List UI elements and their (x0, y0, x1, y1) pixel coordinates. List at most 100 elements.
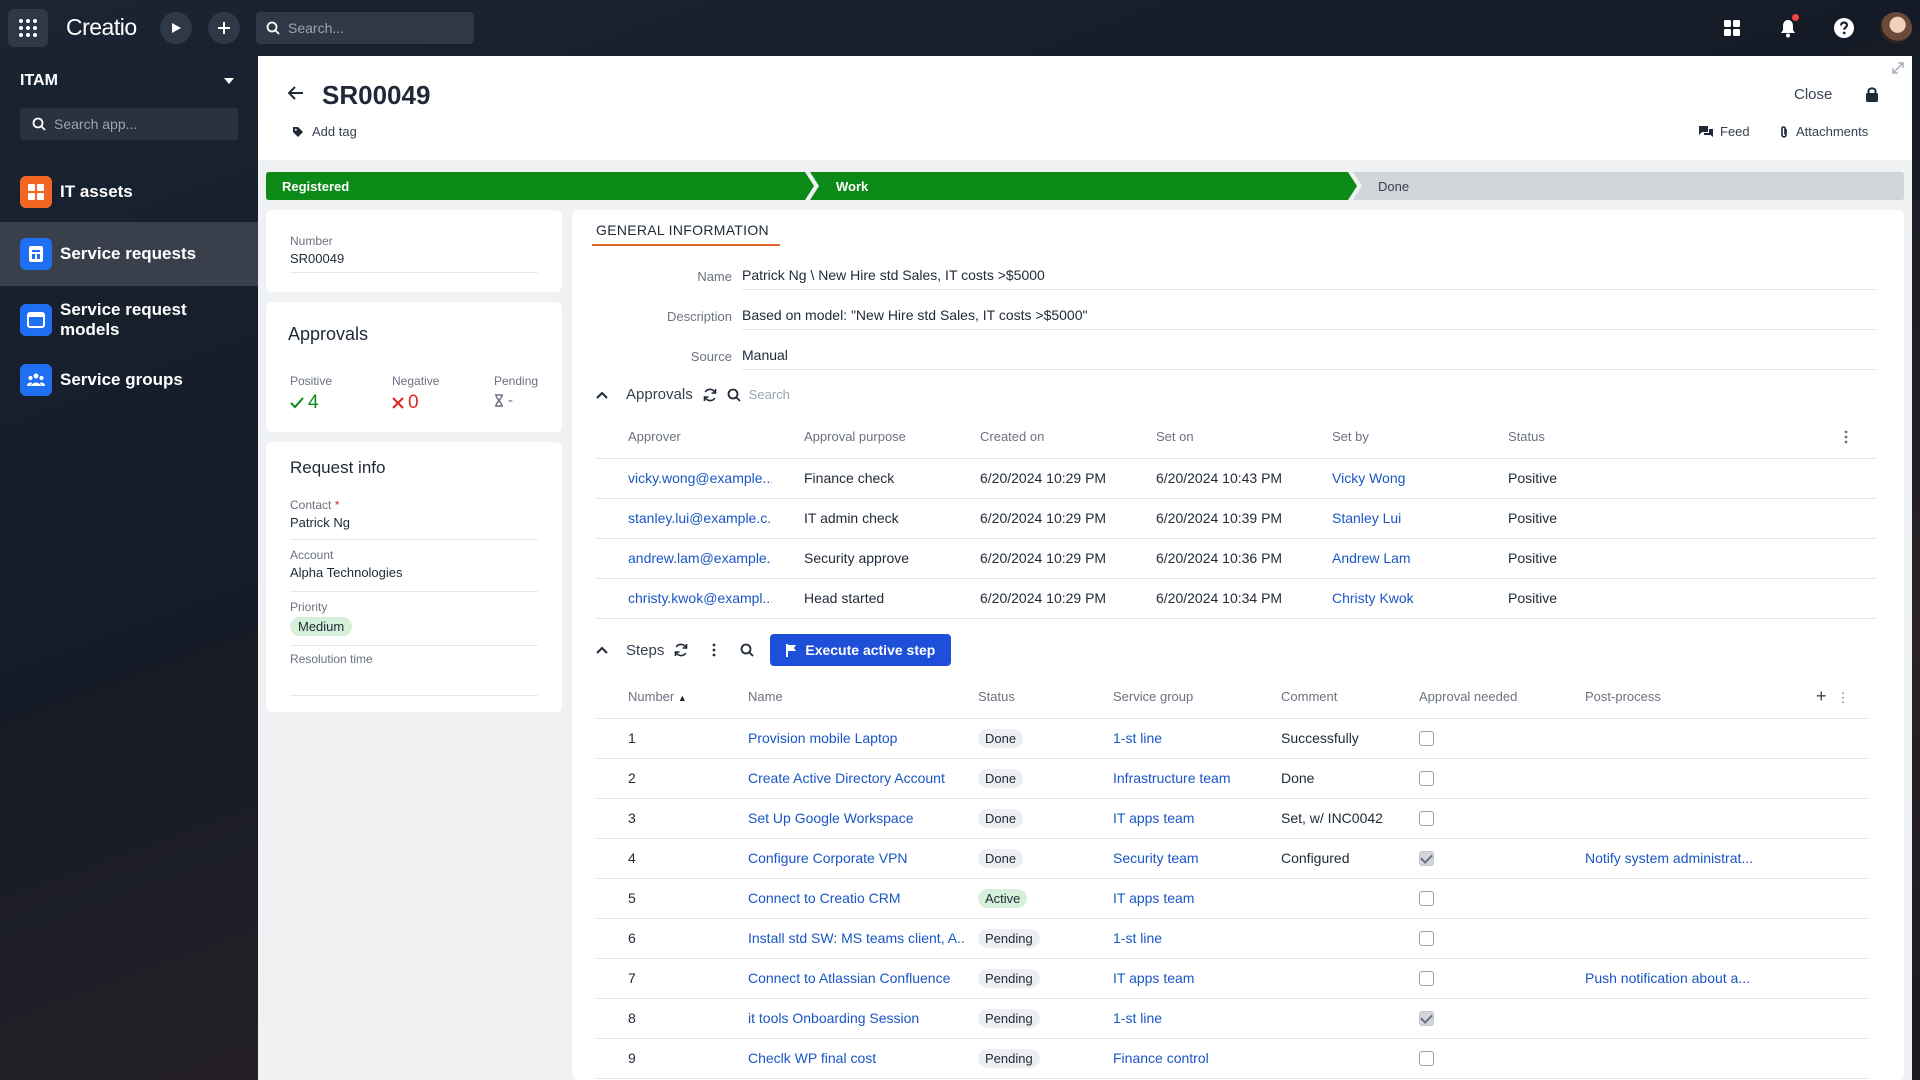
set-by-link[interactable]: Andrew Lam (1332, 550, 1411, 566)
column-header[interactable]: Service group (1101, 676, 1269, 719)
service-group-link[interactable]: Security team (1113, 850, 1199, 866)
table-row[interactable]: stanley.lui@example.c... IT admin check … (596, 498, 1876, 539)
more-options-icon[interactable]: ⋮ (1837, 690, 1850, 705)
approval-needed-checkbox[interactable] (1419, 931, 1434, 947)
lock-icon[interactable] (1865, 86, 1879, 102)
approval-needed-checkbox[interactable] (1419, 891, 1434, 907)
approver-link[interactable]: vicky.wong@example.... (628, 470, 772, 486)
contact-link[interactable]: Patrick Ng (290, 515, 538, 530)
more-options-icon[interactable] (1836, 416, 1876, 459)
set-by-link[interactable]: Vicky Wong (1332, 470, 1405, 486)
column-header[interactable]: Name (716, 676, 966, 719)
set-by-link[interactable]: Stanley Lui (1332, 510, 1401, 526)
chevron-up-icon[interactable] (596, 391, 608, 399)
service-group-link[interactable]: Infrastructure team (1113, 770, 1231, 786)
refresh-icon[interactable] (674, 643, 688, 657)
approver-link[interactable]: andrew.lam@example.... (628, 550, 772, 566)
approval-needed-checkbox[interactable] (1419, 1011, 1434, 1027)
service-group-link[interactable]: 1-st line (1113, 1010, 1162, 1026)
caret-down-icon[interactable] (224, 78, 234, 84)
account-field[interactable]: Account Alpha Technologies (290, 548, 538, 592)
step-name-link[interactable]: Connect to Creatio CRM (748, 890, 901, 906)
expand-icon[interactable] (1892, 62, 1904, 74)
add-tag-button[interactable]: Add tag (292, 124, 357, 139)
source-field[interactable]: Source Manual (596, 342, 1876, 370)
sidebar-item-service-groups[interactable]: Service groups (0, 358, 258, 402)
attachments-button[interactable]: Attachments (1778, 124, 1868, 139)
table-row[interactable]: christy.kwok@exampl... Head started 6/20… (596, 578, 1876, 619)
approvals-search-input[interactable]: Search (727, 387, 790, 402)
table-row[interactable]: 1 Provision mobile Laptop Done 1-st line… (596, 718, 1868, 759)
execute-active-step-button[interactable]: Execute active step (770, 634, 952, 666)
name-field[interactable]: Name Patrick Ng \ New Hire std Sales, IT… (596, 262, 1876, 290)
column-header-number[interactable]: Number ▲ (596, 676, 716, 719)
table-row[interactable]: 2 Create Active Directory Account Done I… (596, 758, 1868, 799)
refresh-icon[interactable] (703, 388, 717, 402)
column-header[interactable]: Set by (1300, 416, 1476, 459)
apps-grid-button[interactable] (8, 9, 48, 47)
post-process-link[interactable]: Push notification about a... (1585, 970, 1750, 986)
column-header[interactable]: Comment (1269, 676, 1407, 719)
sidebar-item-service-request-models[interactable]: Service request models (0, 292, 258, 348)
column-header[interactable]: Approval needed (1407, 676, 1573, 719)
approval-needed-checkbox[interactable] (1419, 971, 1434, 987)
table-row[interactable]: 4 Configure Corporate VPN Done Security … (596, 838, 1868, 879)
column-header[interactable]: Status (966, 676, 1101, 719)
service-group-link[interactable]: IT apps team (1113, 890, 1194, 906)
creatio-logo[interactable]: Creatio (66, 14, 137, 41)
table-row[interactable]: 3 Set Up Google Workspace Done IT apps t… (596, 798, 1868, 839)
sidebar-item-service-requests[interactable]: Service requests (0, 222, 258, 286)
column-header[interactable]: Approval purpose (772, 416, 948, 459)
table-row[interactable]: 5 Connect to Creatio CRM Active IT apps … (596, 878, 1868, 919)
column-header[interactable]: Approver (596, 416, 772, 459)
stage-done[interactable] (1353, 172, 1904, 200)
service-group-link[interactable]: 1-st line (1113, 730, 1162, 746)
approval-needed-checkbox[interactable] (1419, 1051, 1434, 1067)
service-group-link[interactable]: Finance control (1113, 1050, 1209, 1066)
table-row[interactable]: 8 it tools Onboarding Session Pending 1-… (596, 998, 1868, 1039)
table-row[interactable]: 9 Checlk WP final cost Pending Finance c… (596, 1038, 1868, 1079)
column-header[interactable]: Set on (1124, 416, 1300, 459)
table-row[interactable]: 6 Install std SW: MS teams client, A... … (596, 918, 1868, 959)
service-group-link[interactable]: IT apps team (1113, 970, 1194, 986)
table-row[interactable]: 7 Connect to Atlassian Confluence Pendin… (596, 958, 1868, 999)
priority-field[interactable]: Priority Medium (290, 600, 538, 646)
approval-needed-checkbox[interactable] (1419, 771, 1434, 787)
approval-needed-checkbox[interactable] (1419, 811, 1434, 827)
notifications-button[interactable] (1774, 14, 1802, 42)
feed-button[interactable]: Feed (1698, 124, 1750, 139)
workspace-title[interactable]: ITAM (20, 72, 58, 90)
steps-section-title[interactable]: Steps (626, 642, 664, 659)
app-search-input[interactable]: Search app... (20, 108, 238, 140)
step-name-link[interactable]: Configure Corporate VPN (748, 850, 908, 866)
chevron-up-icon[interactable] (596, 646, 608, 654)
step-name-link[interactable]: Connect to Atlassian Confluence (748, 970, 950, 986)
avatar[interactable] (1880, 12, 1912, 44)
service-group-link[interactable]: 1-st line (1113, 930, 1162, 946)
approvals-section-title[interactable]: Approvals (626, 386, 693, 403)
sidebar-item-it-assets[interactable]: IT assets (0, 170, 258, 214)
service-group-link[interactable]: IT apps team (1113, 810, 1194, 826)
approval-needed-checkbox[interactable] (1419, 731, 1434, 747)
account-link[interactable]: Alpha Technologies (290, 565, 538, 580)
app-switcher-button[interactable] (1718, 14, 1746, 42)
stage-work[interactable] (810, 172, 1357, 200)
table-row[interactable]: vicky.wong@example.... Finance check 6/2… (596, 458, 1876, 499)
step-name-link[interactable]: Create Active Directory Account (748, 770, 945, 786)
post-process-link[interactable]: Notify system administrat... (1585, 850, 1753, 866)
global-search-input[interactable]: Search... (256, 12, 474, 44)
set-by-link[interactable]: Christy Kwok (1332, 590, 1414, 606)
create-new-button[interactable] (208, 12, 240, 44)
search-icon[interactable] (740, 643, 754, 657)
resolution-time-field[interactable]: Resolution time (290, 652, 538, 696)
tab-general-information[interactable]: GENERAL INFORMATION (596, 222, 769, 238)
more-options-icon[interactable] (712, 643, 716, 657)
step-name-link[interactable]: Provision mobile Laptop (748, 730, 897, 746)
approver-link[interactable]: christy.kwok@exampl... (628, 590, 772, 606)
add-column-icon[interactable]: + (1816, 686, 1827, 706)
column-header[interactable]: Post-process (1573, 676, 1808, 719)
contact-field[interactable]: Contact * Patrick Ng (290, 496, 538, 540)
description-field[interactable]: Description Based on model: "New Hire st… (596, 302, 1876, 330)
close-button[interactable]: Close (1794, 86, 1832, 103)
step-name-link[interactable]: Install std SW: MS teams client, A... (748, 930, 966, 946)
